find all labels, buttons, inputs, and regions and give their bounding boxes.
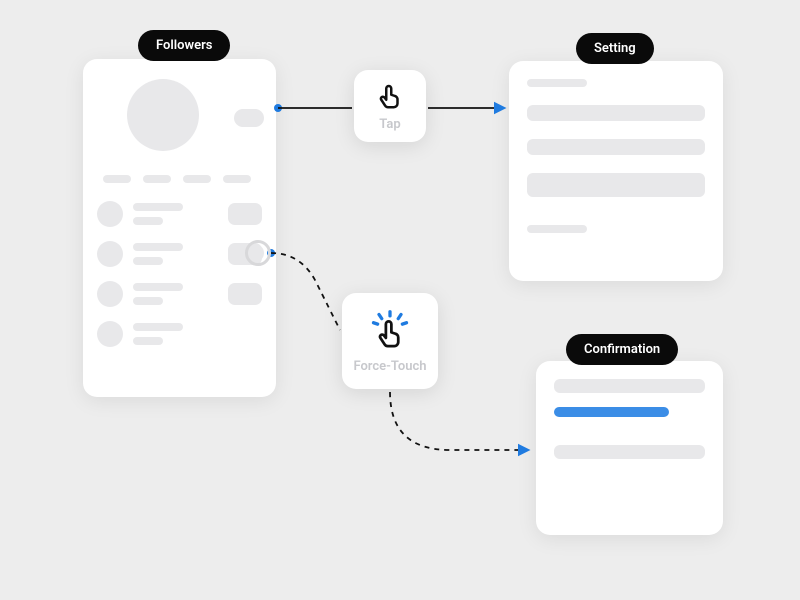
setting-card <box>509 61 723 281</box>
force-touch-origin-ring <box>245 240 271 266</box>
force-touch-icon <box>368 309 412 353</box>
stat-placeholder <box>103 175 131 183</box>
tap-icon <box>375 81 405 111</box>
list-avatar-placeholder <box>97 201 123 227</box>
tap-gesture-node: Tap <box>354 70 426 142</box>
list-avatar-placeholder <box>97 321 123 347</box>
followers-toggle-1[interactable] <box>234 109 264 127</box>
list-avatar-placeholder <box>97 241 123 267</box>
force-touch-gesture-node: Force-Touch <box>342 293 438 389</box>
list-item[interactable] <box>97 201 262 227</box>
list-item[interactable] <box>97 281 262 307</box>
tap-gesture-label: Tap <box>379 117 400 132</box>
setting-footer-placeholder <box>527 225 587 233</box>
confirm-row-placeholder <box>554 445 705 459</box>
list-action-placeholder[interactable] <box>228 283 262 305</box>
setting-header-placeholder <box>527 79 587 87</box>
stats-row <box>103 175 262 183</box>
setting-row-placeholder <box>527 105 705 121</box>
setting-block-placeholder <box>527 173 705 197</box>
stat-placeholder <box>223 175 251 183</box>
list-item[interactable] <box>97 321 262 347</box>
stat-placeholder <box>183 175 211 183</box>
confirm-row-placeholder <box>554 379 705 393</box>
confirmation-card <box>536 361 723 535</box>
setting-row-placeholder <box>527 139 705 155</box>
followers-card <box>83 59 276 397</box>
confirmation-label-pill: Confirmation <box>566 334 678 365</box>
setting-label-pill: Setting <box>576 33 654 64</box>
confirm-highlight-row <box>554 407 669 417</box>
followers-label-pill: Followers <box>138 30 230 61</box>
list-action-placeholder[interactable] <box>228 203 262 225</box>
profile-avatar-placeholder <box>127 79 199 151</box>
list-avatar-placeholder <box>97 281 123 307</box>
stat-placeholder <box>143 175 171 183</box>
force-touch-gesture-label: Force-Touch <box>353 359 426 374</box>
